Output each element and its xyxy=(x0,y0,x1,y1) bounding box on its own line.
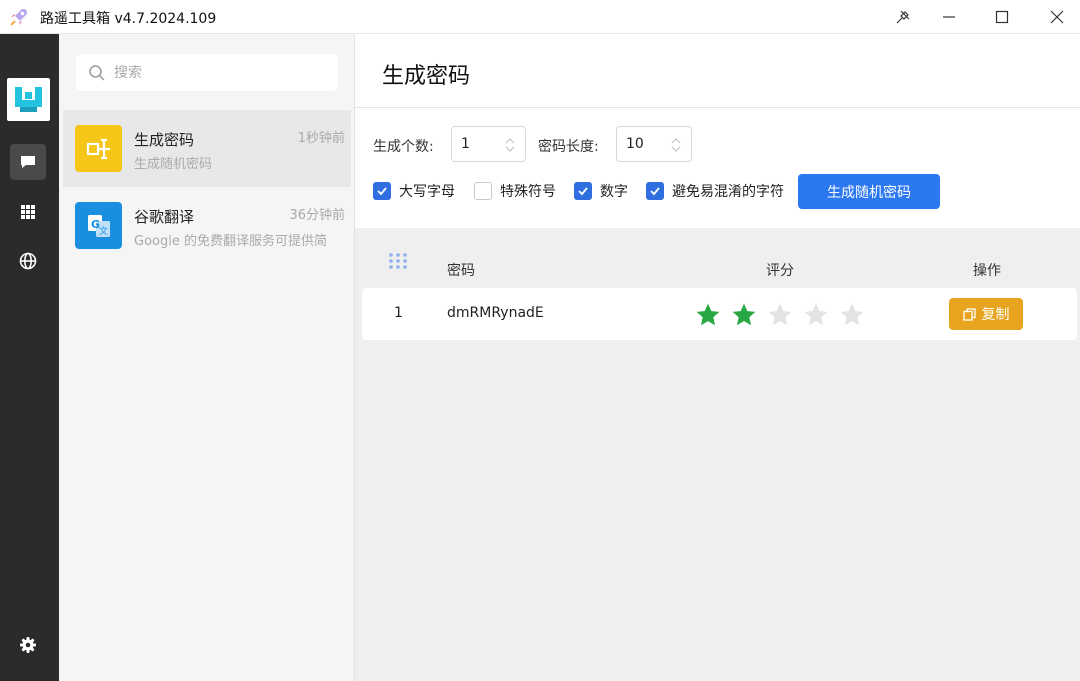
length-stepper[interactable]: 10 xyxy=(616,126,692,162)
copy-label: 复制 xyxy=(981,307,1010,323)
search-icon xyxy=(89,64,105,81)
title-bar: 路遥工具箱 v4.7.2024.109 xyxy=(0,0,1080,34)
avoid-ambiguous-label: 避免易混淆的字符 xyxy=(672,184,784,200)
svg-text:文: 文 xyxy=(99,225,108,237)
list-item-title: 生成密码 xyxy=(134,131,195,149)
grid-icon xyxy=(21,205,35,219)
count-stepper[interactable]: 1 xyxy=(451,126,526,162)
star-empty-icon xyxy=(804,303,828,326)
rail-web-button[interactable] xyxy=(10,243,46,279)
list-item-password[interactable]: 生成密码 生成随机密码 1秒钟前 xyxy=(63,110,351,187)
main-pane: 生成密码 生成个数: 1 密码长度: 10 大写字母 特殊符号 数字 避免易混淆… xyxy=(355,34,1080,681)
checkbox-checked-icon[interactable] xyxy=(646,182,664,200)
checkbox-checked-icon[interactable] xyxy=(373,182,391,200)
checkbox-checked-icon[interactable] xyxy=(574,182,592,200)
column-header-score: 评分 xyxy=(766,263,794,279)
rocket-app-icon xyxy=(8,6,30,28)
drag-handle-icon[interactable] xyxy=(388,252,408,270)
list-item-time: 1秒钟前 xyxy=(297,131,345,146)
close-button[interactable] xyxy=(1034,0,1080,34)
special-chars-label: 特殊符号 xyxy=(500,184,556,200)
star-filled-icon xyxy=(732,303,756,326)
password-tool-icon xyxy=(75,125,122,172)
digits-checkbox[interactable]: 数字 xyxy=(574,181,628,201)
list-item-subtitle: 生成随机密码 xyxy=(134,157,213,172)
google-translate-icon: G 文 xyxy=(75,202,122,249)
column-header-password: 密码 xyxy=(447,263,475,279)
special-chars-checkbox[interactable]: 特殊符号 xyxy=(474,181,556,201)
search-box[interactable] xyxy=(76,54,338,91)
column-header-action: 操作 xyxy=(973,263,1001,279)
maximize-button[interactable] xyxy=(979,0,1025,34)
avoid-ambiguous-checkbox[interactable]: 避免易混淆的字符 xyxy=(646,181,784,201)
count-value: 1 xyxy=(461,136,470,152)
length-label: 密码长度: xyxy=(538,139,599,155)
row-password: dmRMRynadE xyxy=(447,305,544,321)
generate-password-button[interactable]: 生成随机密码 xyxy=(798,174,940,209)
table-row: 1 dmRMRynadE 复制 xyxy=(362,288,1077,340)
uppercase-checkbox[interactable]: 大写字母 xyxy=(373,181,455,201)
minimize-button[interactable] xyxy=(926,0,972,34)
tool-list-pane: 生成密码 生成随机密码 1秒钟前 G 文 谷歌翻译 Google 的免费翻译服务… xyxy=(59,34,355,681)
copy-button[interactable]: 复制 xyxy=(949,298,1023,330)
star-empty-icon xyxy=(768,303,792,326)
window-title: 路遥工具箱 v4.7.2024.109 xyxy=(40,11,217,27)
chat-icon xyxy=(21,156,35,168)
globe-icon xyxy=(19,252,37,270)
uppercase-label: 大写字母 xyxy=(399,184,455,200)
list-item-subtitle: Google 的免费翻译服务可提供简 xyxy=(134,234,327,249)
checkbox-unchecked-icon[interactable] xyxy=(474,182,492,200)
list-item-title: 谷歌翻译 xyxy=(134,208,195,226)
rail-settings-button[interactable] xyxy=(10,627,46,663)
length-value: 10 xyxy=(626,136,644,152)
copy-icon xyxy=(962,307,976,321)
stepper-arrows-icon[interactable] xyxy=(503,136,517,154)
pin-icon[interactable] xyxy=(880,0,926,34)
page-title: 生成密码 xyxy=(382,64,471,89)
star-filled-icon xyxy=(696,303,720,326)
list-item-time: 36分钟前 xyxy=(289,208,345,223)
score-stars xyxy=(695,302,875,328)
star-empty-icon xyxy=(840,303,864,326)
gear-icon xyxy=(20,637,36,653)
count-label: 生成个数: xyxy=(373,139,434,155)
row-index: 1 xyxy=(394,305,403,321)
rail-chat-button[interactable] xyxy=(10,144,46,180)
rail-apps-button[interactable] xyxy=(10,194,46,230)
app-logo xyxy=(7,78,50,121)
stepper-arrows-icon[interactable] xyxy=(669,136,683,154)
list-item-google-translate[interactable]: G 文 谷歌翻译 Google 的免费翻译服务可提供简 36分钟前 xyxy=(63,187,351,264)
main-header: 生成密码 xyxy=(355,34,1080,108)
search-input[interactable] xyxy=(114,64,314,81)
digits-label: 数字 xyxy=(600,184,628,200)
nav-rail xyxy=(0,34,59,681)
